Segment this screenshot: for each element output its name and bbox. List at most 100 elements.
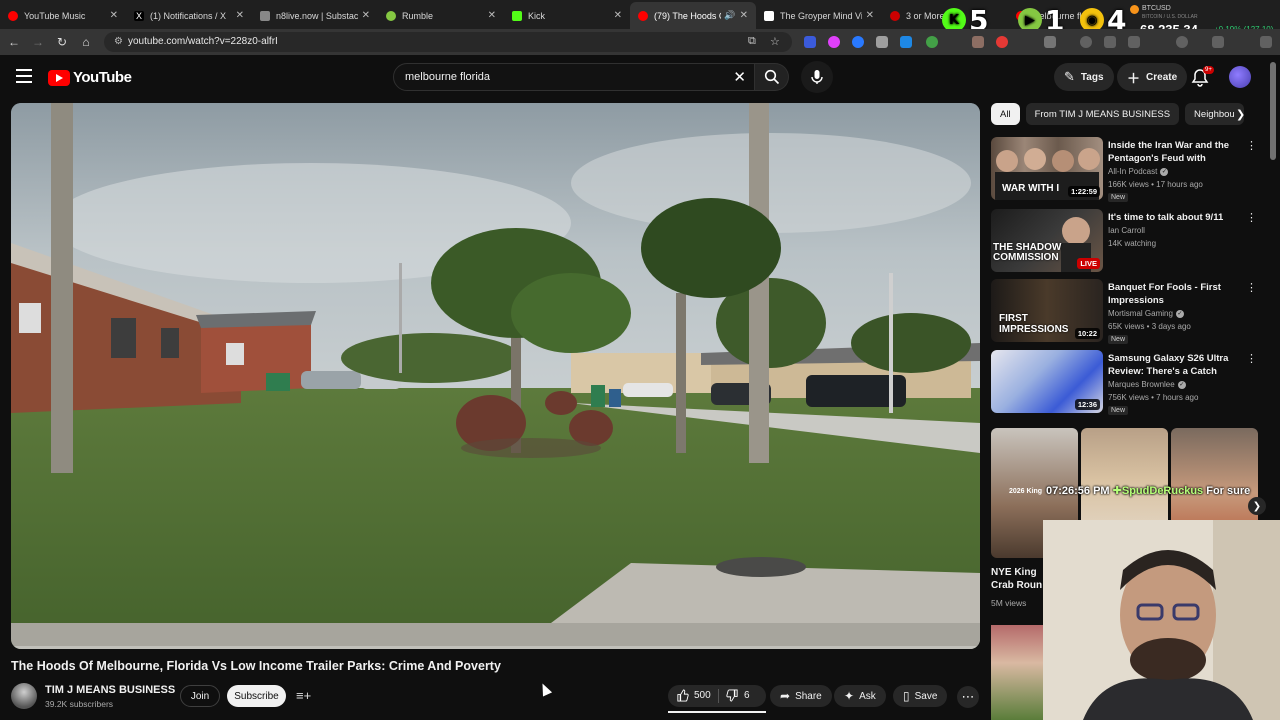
video-thumbnail[interactable]: 12:36 — [991, 350, 1103, 413]
recommended-video[interactable]: WAR WITH I 1:22:59 Inside the Iran War a… — [991, 137, 1261, 202]
extension-icon[interactable] — [804, 36, 816, 48]
address-bar[interactable]: ⚙ youtube.com/watch?v=228z0-alfrI ⧉ ☆ — [104, 32, 792, 52]
zoom-icon[interactable] — [1176, 36, 1188, 48]
voice-search-button[interactable] — [801, 61, 833, 93]
hamburger-menu-icon[interactable] — [16, 69, 32, 83]
extension-icon[interactable] — [828, 36, 840, 48]
close-icon[interactable]: ✕ — [866, 10, 874, 21]
share-label: Share — [795, 690, 822, 702]
clear-search-icon[interactable]: ✕ — [733, 68, 746, 86]
short-title[interactable]: NYE King Crab Roun — [991, 566, 1051, 592]
code-icon[interactable] — [1128, 36, 1140, 48]
webcam-frame — [1043, 520, 1280, 720]
extension-icon[interactable] — [926, 36, 938, 48]
account-avatar[interactable] — [1229, 66, 1251, 88]
more-options-icon[interactable]: ⋮ — [1246, 139, 1257, 152]
tab-hoods-video[interactable]: (79) The Hoods O 🔊 ✕ — [630, 2, 756, 29]
recommended-title[interactable]: Banquet For Fools - First Impressions — [1108, 281, 1246, 307]
recommended-channel[interactable]: Ian Carroll — [1108, 226, 1145, 235]
more-options-icon[interactable]: ⋮ — [1246, 352, 1257, 365]
close-icon[interactable]: ✕ — [488, 10, 496, 21]
video-thumbnail[interactable]: FIRST IMPRESSIONS 10:22 — [991, 279, 1103, 342]
site-info-icon[interactable]: ⚙ — [114, 36, 124, 47]
recommended-video[interactable]: THE SHADOW COMMISSION LIVE It's time to … — [991, 209, 1261, 273]
chip-neighbourhood[interactable]: Neighbou — [1185, 103, 1244, 125]
devtools-icon[interactable] — [1104, 36, 1116, 48]
recommended-channel[interactable]: Marques Brownlee ✓ — [1108, 380, 1186, 389]
reload-icon[interactable]: ↻ — [54, 34, 70, 50]
tab-substack[interactable]: n8live.now | Substack ✕ — [252, 2, 378, 29]
close-icon[interactable]: ✕ — [614, 10, 622, 21]
channel-name[interactable]: TIM J MEANS BUSINESS — [45, 684, 175, 696]
subscribe-button[interactable]: Subscribe — [227, 685, 286, 707]
short-thumbnail[interactable] — [991, 625, 1043, 720]
video-thumbnail[interactable]: THE SHADOW COMMISSION LIVE — [991, 209, 1103, 272]
extension-icon[interactable] — [996, 36, 1008, 48]
join-button[interactable]: Join — [180, 685, 220, 707]
channel-avatar[interactable] — [11, 683, 37, 709]
tab-groyper[interactable]: The Groyper Mind Vir ✕ — [756, 2, 882, 29]
more-options-icon[interactable]: ⋮ — [1246, 281, 1257, 294]
like-button[interactable]: 500 — [676, 689, 711, 702]
save-button[interactable]: ▯ Save — [893, 685, 948, 707]
close-icon[interactable]: ✕ — [740, 10, 748, 21]
tab-youtube-music[interactable]: YouTube Music ✕ — [0, 2, 126, 29]
add-to-playlist-icon[interactable]: ≡+ — [296, 688, 314, 704]
tab-kick[interactable]: Kick ✕ — [504, 2, 630, 29]
bookmark-star-icon[interactable]: ☆ — [770, 35, 780, 48]
search-input[interactable]: melbourne florida ✕ — [393, 63, 755, 91]
extension-icon[interactable] — [876, 36, 888, 48]
video-player[interactable] — [11, 103, 980, 649]
more-actions-icon[interactable]: ⋯ — [957, 686, 979, 708]
bookmark-icon: ▯ — [903, 689, 910, 703]
chevron-right-icon[interactable]: ❯ — [1248, 497, 1266, 515]
puzzle-icon[interactable] — [1044, 36, 1056, 48]
close-icon[interactable]: ✕ — [236, 10, 244, 21]
back-icon[interactable]: ← — [6, 34, 22, 50]
close-icon[interactable]: ✕ — [110, 10, 118, 21]
history-icon[interactable] — [1080, 36, 1092, 48]
extension-icon[interactable] — [900, 36, 912, 48]
video-thumbnail[interactable]: WAR WITH I 1:22:59 — [991, 137, 1103, 200]
menu-dots-icon[interactable] — [1260, 36, 1272, 48]
home-icon[interactable]: ⌂ — [78, 34, 94, 50]
short-views: 5M views — [991, 598, 1027, 608]
tab-x-notifications[interactable]: X (1) Notifications / X ✕ — [126, 2, 252, 29]
tags-button[interactable]: ✎ Tags — [1054, 63, 1114, 91]
extension-icon[interactable] — [852, 36, 864, 48]
more-options-icon[interactable]: ⋮ — [1246, 211, 1257, 224]
dislike-button[interactable]: 6 — [726, 689, 750, 702]
tab-rumble[interactable]: Rumble ✕ — [378, 2, 504, 29]
url-text[interactable]: youtube.com/watch?v=228z0-alfrI — [128, 36, 278, 47]
extension-icon[interactable] — [972, 36, 984, 48]
recommended-title[interactable]: Inside the Iran War and the Pentagon's F… — [1108, 139, 1246, 165]
recommended-video[interactable]: 12:36 Samsung Galaxy S26 Ultra Review: T… — [991, 350, 1261, 415]
share-button[interactable]: ➦ Share — [770, 685, 832, 707]
recommended-channel[interactable]: Mortismal Gaming ✓ — [1108, 309, 1184, 318]
recommended-title[interactable]: Samsung Galaxy S26 Ultra Review: There's… — [1108, 352, 1246, 378]
logo-text: YouTube — [73, 69, 132, 86]
youtube-logo[interactable]: YouTube — [48, 69, 132, 86]
sparkle-icon: ✦ — [844, 689, 855, 703]
create-button[interactable]: ＋ Create — [1117, 63, 1188, 91]
video-progress-bar[interactable] — [11, 646, 980, 649]
video-frame — [11, 103, 980, 649]
chip-from-channel[interactable]: From TIM J MEANS BUSINESS — [1025, 103, 1180, 125]
speaker-icon[interactable]: 🔊 — [724, 10, 735, 21]
chevron-right-icon[interactable]: ❯ — [1236, 108, 1245, 121]
install-icon[interactable]: ⧉ — [748, 35, 756, 48]
sidebar-scrollbar[interactable] — [1270, 62, 1276, 160]
search-button[interactable] — [755, 63, 789, 91]
chip-all[interactable]: All — [991, 103, 1020, 125]
recommended-video[interactable]: FIRST IMPRESSIONS 10:22 Banquet For Fool… — [991, 279, 1261, 344]
forward-icon[interactable]: → — [30, 34, 46, 50]
search-query[interactable]: melbourne florida — [405, 71, 490, 83]
like-dislike-group: 500 6 — [668, 685, 766, 713]
recommended-channel[interactable]: All-In Podcast ✓ — [1108, 167, 1169, 176]
ask-button[interactable]: ✦ Ask — [834, 685, 886, 707]
close-icon[interactable]: ✕ — [362, 10, 370, 21]
recommended-title[interactable]: It's time to talk about 9/11 — [1108, 211, 1246, 224]
download-icon[interactable] — [1212, 36, 1224, 48]
search-icon — [764, 69, 779, 85]
filter-chips: All From TIM J MEANS BUSINESS Neighbou — [991, 103, 1266, 125]
